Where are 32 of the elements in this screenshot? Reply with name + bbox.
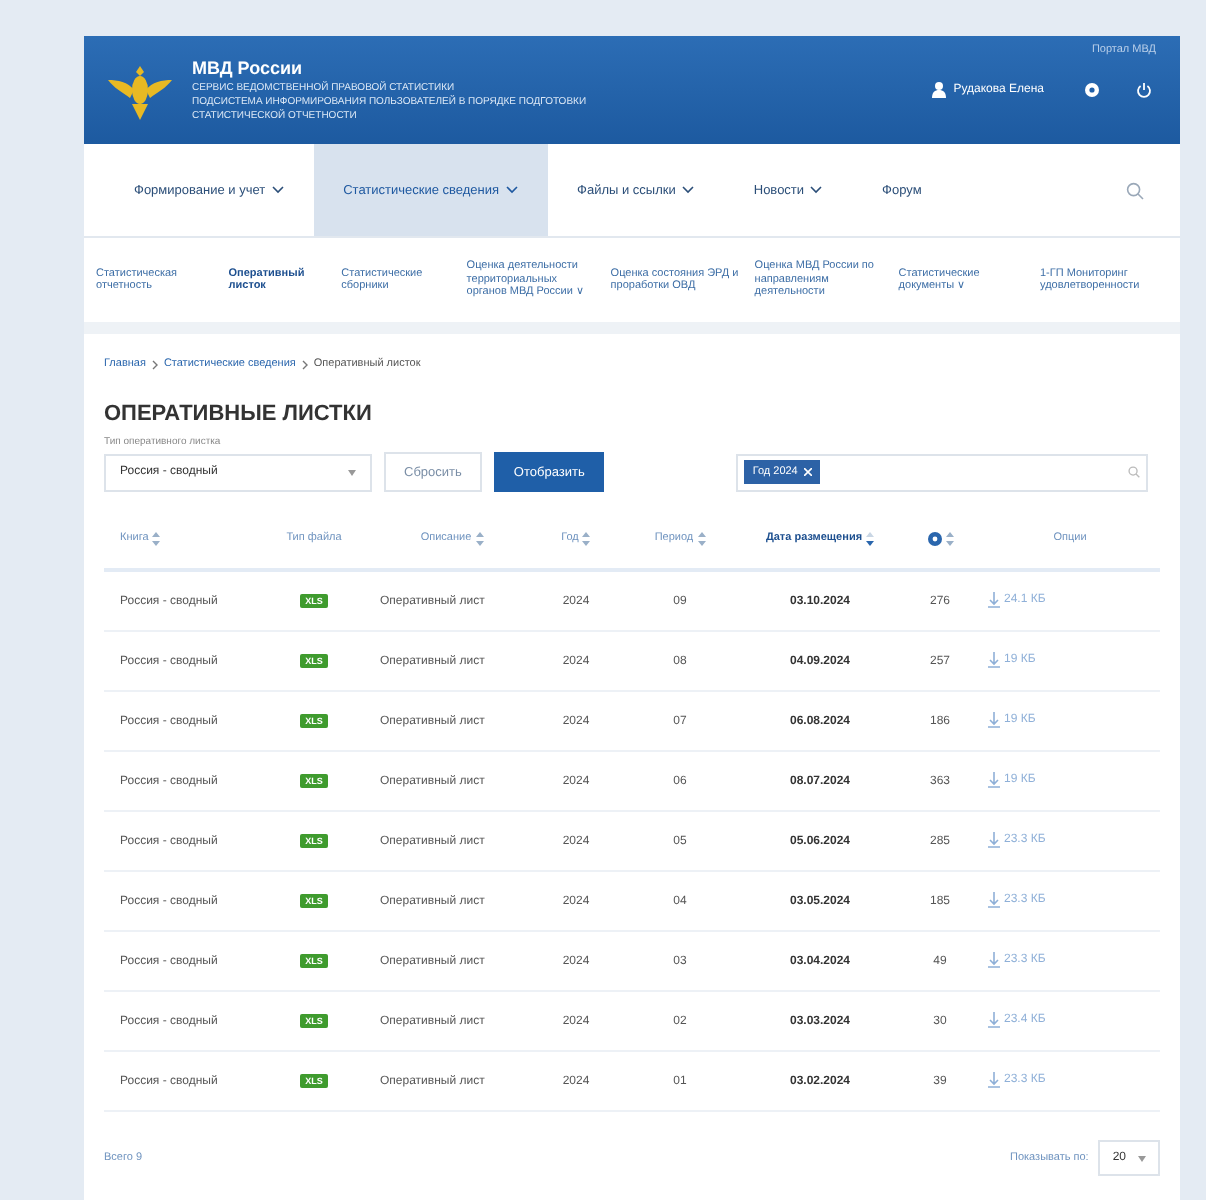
eye-icon <box>927 531 941 545</box>
sort-icon[interactable] <box>582 531 591 545</box>
chevron-icon <box>505 186 518 194</box>
sort-icon[interactable] <box>697 531 706 545</box>
chevron-icon <box>271 186 284 194</box>
download-icon <box>988 711 1000 727</box>
sort-icon[interactable] <box>152 531 161 545</box>
chevron-right-icon <box>301 359 308 369</box>
page-title: ОПЕРАТИВНЫЕ ЛИСТКИ <box>104 402 374 426</box>
download-icon <box>988 591 1000 607</box>
chevron-icon <box>810 186 823 194</box>
settings-icon[interactable] <box>1084 82 1100 98</box>
sort-icon[interactable] <box>475 531 484 545</box>
search-icon[interactable] <box>1128 466 1141 478</box>
chevron-icon <box>681 186 694 194</box>
download-icon <box>988 891 1000 907</box>
download-icon <box>988 831 1000 847</box>
close-icon[interactable] <box>803 468 812 476</box>
column-header[interactable] <box>927 531 953 545</box>
sort-descending-icon[interactable] <box>866 531 875 545</box>
download-icon <box>988 1071 1000 1087</box>
dropdown-icon <box>348 469 356 475</box>
chevron-right-icon <box>151 359 158 369</box>
dropdown-icon <box>1138 1155 1146 1161</box>
search-icon[interactable] <box>1126 181 1144 199</box>
brand-title: МВД России <box>192 57 305 77</box>
download-icon <box>988 771 1000 787</box>
user-icon <box>931 82 946 98</box>
download-icon <box>988 951 1000 967</box>
power-icon[interactable] <box>1136 82 1152 98</box>
download-icon <box>988 651 1000 667</box>
download-icon <box>988 1011 1000 1027</box>
